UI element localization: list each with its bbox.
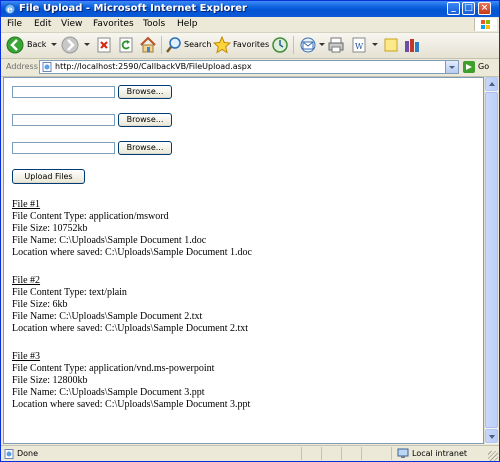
file-content-type: File Content Type: application/vnd.ms-po…: [12, 363, 215, 374]
status-bar: Done Local intranet: [1, 445, 499, 461]
title-bar[interactable]: e File Upload - Microsoft Internet Explo…: [1, 1, 499, 17]
local-intranet-icon: [397, 448, 409, 458]
svg-text:e: e: [7, 6, 13, 16]
scroll-up-button[interactable]: [485, 77, 498, 91]
file-name: File Name: C:\Uploads\Sample Document 1.…: [12, 235, 207, 246]
mail-icon[interactable]: [299, 36, 317, 54]
standard-toolbar: Back Search Favorites W: [1, 33, 499, 59]
address-dropdown-icon[interactable]: [445, 61, 458, 73]
file-saved-location: Location where saved: C:\Uploads\Sample …: [12, 399, 251, 410]
scroll-thumb[interactable]: [485, 92, 498, 428]
svg-text:W: W: [355, 42, 364, 51]
windows-logo-icon: [481, 20, 490, 29]
menu-file[interactable]: File: [7, 18, 22, 31]
back-arrow-icon[interactable]: [6, 36, 24, 54]
file-content-type: File Content Type: text/plain: [12, 287, 127, 298]
favorites-button-label[interactable]: Favorites: [233, 40, 269, 50]
browse-button-2[interactable]: Browse...: [118, 113, 172, 127]
edit-dropdown-icon[interactable]: [372, 43, 378, 46]
security-zone-text: Local intranet: [412, 449, 468, 458]
file-saved-location: Location where saved: C:\Uploads\Sample …: [12, 247, 252, 258]
discuss-note-icon[interactable]: [383, 36, 399, 54]
file-input-3[interactable]: [12, 142, 115, 154]
file-content-type: File Content Type: application/msword: [12, 211, 169, 222]
file-input-2[interactable]: [12, 114, 115, 126]
back-dropdown-icon[interactable]: [51, 43, 57, 46]
file-name: File Name: C:\Uploads\Sample Document 2.…: [12, 311, 203, 322]
refresh-icon[interactable]: [118, 36, 134, 54]
file-size: File Size: 6kb: [12, 299, 68, 310]
page-content: Browse... Browse... Browse... Upload Fil…: [3, 77, 484, 444]
file-result-3: File #3 File Content Type: application/v…: [12, 351, 250, 411]
address-label: Address: [6, 62, 38, 71]
menu-edit[interactable]: Edit: [34, 18, 51, 31]
file-size: File Size: 10752kb: [12, 223, 88, 234]
go-label[interactable]: Go: [478, 62, 489, 72]
menu-help[interactable]: Help: [177, 18, 198, 31]
file-heading: File #1: [12, 199, 41, 210]
stop-icon[interactable]: [96, 36, 112, 54]
print-icon[interactable]: [327, 36, 345, 54]
chevron-down-icon: [489, 435, 495, 439]
browse-button-3[interactable]: Browse...: [118, 141, 172, 155]
toolbar-separator: [293, 36, 294, 54]
maximize-button[interactable]: □: [462, 2, 475, 15]
status-divider: [301, 447, 302, 460]
mail-dropdown-icon[interactable]: [319, 43, 325, 46]
vertical-scrollbar[interactable]: [484, 77, 498, 444]
resize-grip[interactable]: [488, 451, 498, 461]
research-icon[interactable]: [403, 36, 421, 54]
file-size: File Size: 12800kb: [12, 375, 88, 386]
page-icon: [42, 62, 52, 72]
address-input[interactable]: http://localhost:2590/CallbackVB/FileUpl…: [39, 60, 459, 74]
status-divider: [341, 447, 342, 460]
scroll-down-button[interactable]: [485, 429, 498, 443]
internet-explorer-icon: e: [4, 3, 16, 15]
status-divider: [361, 447, 362, 460]
upload-files-button[interactable]: Upload Files: [12, 169, 85, 184]
file-result-1: File #1 File Content Type: application/m…: [12, 199, 252, 259]
status-divider: [391, 447, 392, 460]
go-arrow-icon[interactable]: [463, 61, 475, 73]
close-button[interactable]: ×: [478, 2, 491, 15]
menu-tools[interactable]: Tools: [143, 18, 165, 31]
minimize-button[interactable]: _: [447, 2, 460, 15]
favorites-star-icon[interactable]: [213, 36, 231, 54]
file-heading: File #2: [12, 275, 41, 286]
search-button-label[interactable]: Search: [184, 40, 211, 50]
toolbar-separator: [161, 36, 162, 54]
chevron-up-icon: [489, 82, 495, 86]
back-button-label[interactable]: Back: [27, 40, 46, 50]
menu-bar: File Edit View Favorites Tools Help: [1, 17, 499, 33]
forward-arrow-icon[interactable]: [61, 36, 79, 54]
status-text: Done: [17, 449, 39, 458]
history-icon[interactable]: [271, 36, 289, 54]
menu-favorites[interactable]: Favorites: [93, 18, 134, 31]
page-done-icon: [4, 449, 14, 459]
address-bar: Address http://localhost:2590/CallbackVB…: [1, 59, 499, 77]
file-input-1[interactable]: [12, 86, 115, 98]
go-button[interactable]: Go: [463, 60, 497, 74]
search-icon[interactable]: [166, 36, 182, 54]
file-name: File Name: C:\Uploads\Sample Document 3.…: [12, 387, 205, 398]
browse-button-1[interactable]: Browse...: [118, 85, 172, 99]
home-icon[interactable]: [139, 36, 157, 54]
address-url[interactable]: http://localhost:2590/CallbackVB/FileUpl…: [55, 62, 252, 72]
file-result-2: File #2 File Content Type: text/plain Fi…: [12, 275, 248, 335]
forward-dropdown-icon[interactable]: [84, 43, 90, 46]
status-divider: [321, 447, 322, 460]
window-title: File Upload - Microsoft Internet Explore…: [19, 3, 247, 14]
browser-window: e File Upload - Microsoft Internet Explo…: [0, 0, 500, 462]
edit-word-icon[interactable]: W: [351, 36, 367, 54]
windows-flag-logo: [474, 18, 497, 31]
file-saved-location: Location where saved: C:\Uploads\Sample …: [12, 323, 249, 334]
file-heading: File #3: [12, 351, 41, 362]
menu-view[interactable]: View: [61, 18, 82, 31]
